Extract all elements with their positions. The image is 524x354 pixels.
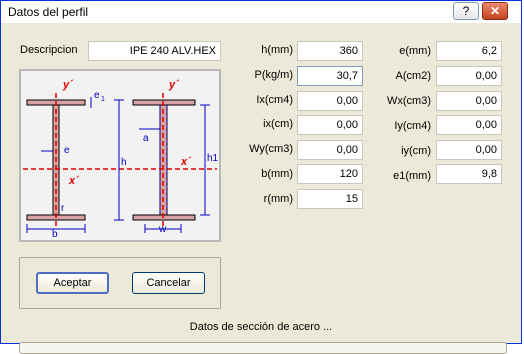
accept-button[interactable]: Aceptar [36,272,109,294]
field-b[interactable]: 120 [297,164,363,184]
dim-r-label: r [61,203,65,214]
description-field[interactable]: IPE 240 ALV.HEX [88,41,221,61]
close-button[interactable]: ✕ [482,2,508,20]
field-ix[interactable]: 0,00 [297,91,363,111]
help-icon: ? [462,4,470,18]
profile-drawing-svg: y´ x´ y´ x´ e 1 e r h b a h1 w [23,79,219,240]
field-iy[interactable]: 0,00 [436,115,502,135]
title-bar[interactable]: Datos del perfil ? ✕ [1,1,521,24]
dim-a-label: a [143,133,149,144]
label-h: h(mm) [261,44,293,56]
progress-bar [19,342,507,354]
label-iy-radius: iy(cm) [401,145,431,157]
button-group: Aceptar Cancelar [19,257,221,309]
label-wy: Wy(cm3) [249,143,293,155]
description-label: Descripcion [20,44,78,56]
label-r: r(mm) [263,193,293,205]
label-e: e(mm) [399,45,431,57]
dialog-window: Datos del perfil ? ✕ Descripcion IPE 240… [0,0,522,354]
field-p[interactable]: 30,7 [297,66,363,86]
profile-drawing: y´ x´ y´ x´ e 1 e r h b a h1 w [19,69,221,242]
field-iy-radius[interactable]: 0,00 [436,140,502,160]
close-icon: ✕ [489,4,501,18]
label-b: b(mm) [261,168,293,180]
label-e1: e1(mm) [393,170,431,182]
dim-w-label: w [158,224,167,235]
y-axis-label-left: y´ [62,79,74,91]
label-ix: Ix(cm4) [256,94,293,106]
help-button[interactable]: ? [453,2,479,20]
field-a[interactable]: 0,00 [436,66,502,86]
status-text: Datos de sección de acero ... [189,321,333,333]
label-ix-radius: ix(cm) [263,118,293,130]
dim-e-label: e [64,145,70,156]
x-axis-label-left: x´ [68,175,80,187]
field-r[interactable]: 15 [297,189,363,209]
dim-h1-label: h1 [207,153,219,164]
dim-b-label: b [52,229,58,240]
dim-e1-subscript: 1 [101,96,105,103]
y-axis-label-right: y´ [168,79,180,91]
dialog-client: Descripcion IPE 240 ALV.HEX y´ x´ y´ x´ … [1,23,521,354]
label-wx: Wx(cm3) [387,95,431,107]
field-h[interactable]: 360 [297,41,363,61]
window-title: Datos del perfil [8,5,89,19]
field-wy[interactable]: 0,00 [297,140,363,160]
field-e[interactable]: 6,2 [436,41,502,61]
label-a: A(cm2) [395,70,431,82]
field-wx[interactable]: 0,00 [436,91,502,111]
dim-e1-label: e [94,90,100,101]
field-e1[interactable]: 9,8 [436,164,502,184]
x-axis-label-right: x´ [180,156,192,168]
label-iy: Iy(cm4) [394,120,431,132]
dim-h-label: h [121,157,127,168]
cancel-button[interactable]: Cancelar [132,272,205,294]
label-p: P(kg/m) [254,69,294,81]
field-ix-radius[interactable]: 0,00 [297,115,363,135]
